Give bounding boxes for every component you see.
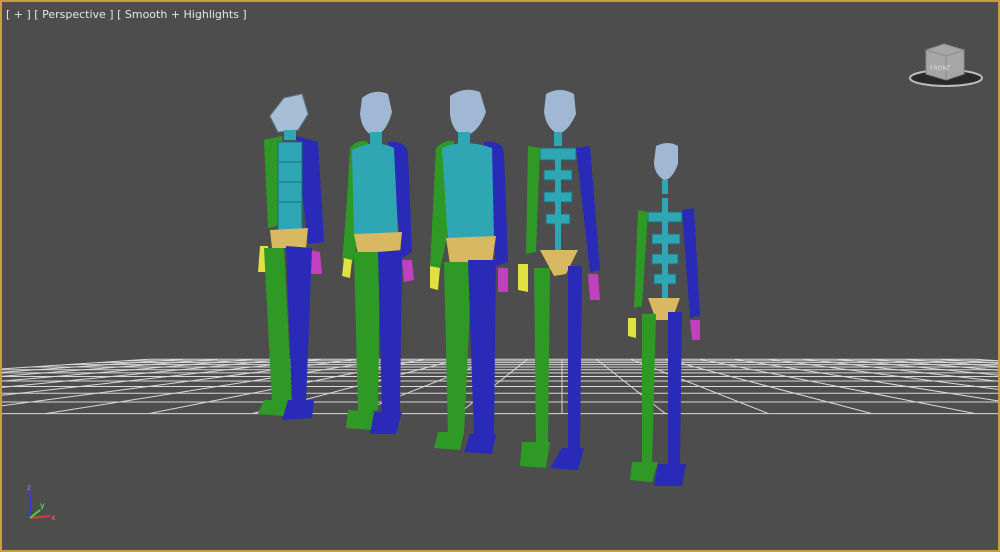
scene-canvas[interactable] [2, 2, 998, 550]
axis-tripod-icon: z x y [27, 483, 56, 522]
viewport-label: [ + ] [ Perspective ] [ Smooth + Highlig… [6, 8, 247, 21]
biped-figure-5[interactable] [628, 143, 700, 486]
biped-figure-4[interactable] [518, 90, 600, 470]
shading-mode-menu[interactable]: [ Smooth + Highlights ] [117, 8, 247, 21]
perspective-viewport[interactable]: [ + ] [ Perspective ] [ Smooth + Highlig… [0, 0, 1000, 552]
home-grid [2, 358, 998, 415]
axis-x-label: x [51, 513, 56, 522]
viewcube-icon[interactable]: FRONT [908, 42, 984, 90]
axis-z-label: z [27, 483, 31, 492]
axis-y-label: y [40, 501, 45, 510]
biped-figure-2[interactable] [342, 91, 414, 434]
viewport-menu-button[interactable]: [ + ] [6, 8, 31, 21]
biped-figure-3[interactable] [430, 89, 508, 454]
viewcube-face-label: FRONT [930, 65, 951, 72]
view-type-menu[interactable]: [ Perspective ] [34, 8, 113, 21]
